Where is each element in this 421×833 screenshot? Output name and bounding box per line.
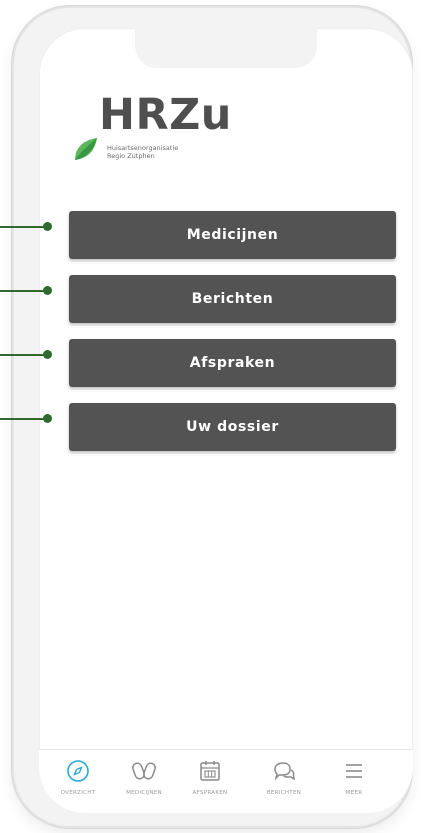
- pointer-dot-berichten: [43, 286, 52, 295]
- calendar-icon: [200, 761, 220, 781]
- logo-subtitle-line1: Huisartsenorganisatie: [107, 144, 179, 152]
- tab-overzicht-label: OVERZICHT: [60, 790, 96, 796]
- medicijnen-button[interactable]: Medicijnen: [69, 211, 396, 259]
- tab-berichten[interactable]: BERICHTEN: [249, 758, 319, 808]
- medicijnen-button-label: Medicijnen: [186, 227, 279, 243]
- logo-subtitle: Huisartsenorganisatie Regio Zutphen: [107, 144, 227, 160]
- tab-afspraken-label: AFSPRAKEN: [192, 790, 228, 796]
- berichten-button-label: Berichten: [191, 291, 274, 307]
- logo-title: HRZu: [99, 90, 232, 140]
- uw-dossier-button[interactable]: Uw dossier: [69, 403, 396, 451]
- logo-subtitle-line2: Regio Zutphen: [107, 152, 155, 160]
- pills-icon: [132, 762, 156, 780]
- phone-frame: HRZu Huisartsenorganisatie Regio Zutphen…: [12, 6, 413, 828]
- afspraken-button[interactable]: Afspraken: [69, 339, 396, 387]
- tab-medicijnen-label: MEDICIJNEN: [126, 790, 162, 796]
- pointer-dot-afspraken: [43, 350, 52, 359]
- phone-notch: [135, 28, 317, 68]
- pointer-dot-uw-dossier: [43, 414, 52, 423]
- pointer-line-uw-dossier: [0, 418, 46, 420]
- pointer-line-medicijnen: [0, 226, 46, 228]
- phone-screen: HRZu Huisartsenorganisatie Regio Zutphen…: [39, 28, 413, 813]
- pointer-line-afspraken: [0, 354, 46, 356]
- berichten-button[interactable]: Berichten: [69, 275, 396, 323]
- tab-berichten-label: BERICHTEN: [266, 790, 302, 796]
- tab-meer[interactable]: MEER: [319, 758, 389, 808]
- pointer-line-berichten: [0, 290, 46, 292]
- menu-icon: [346, 764, 362, 778]
- afspraken-button-label: Afspraken: [189, 355, 276, 371]
- tab-afspraken[interactable]: AFSPRAKEN: [175, 758, 245, 808]
- bottom-tab-bar: OVERZICHT MEDICIJNEN AFSPRAKEN BERICHTEN…: [39, 749, 413, 813]
- uw-dossier-button-label: Uw dossier: [186, 419, 279, 435]
- tab-meer-label: MEER: [345, 790, 363, 796]
- tab-overzicht[interactable]: OVERZICHT: [43, 758, 113, 808]
- hrzu-logo: HRZu Huisartsenorganisatie Regio Zutphen: [71, 90, 271, 200]
- chat-icon: [274, 762, 295, 781]
- pointer-dot-medicijnen: [43, 222, 52, 231]
- logo-leaf-icon: [75, 138, 97, 160]
- tab-medicijnen[interactable]: MEDICIJNEN: [109, 758, 179, 808]
- compass-icon: [67, 760, 89, 782]
